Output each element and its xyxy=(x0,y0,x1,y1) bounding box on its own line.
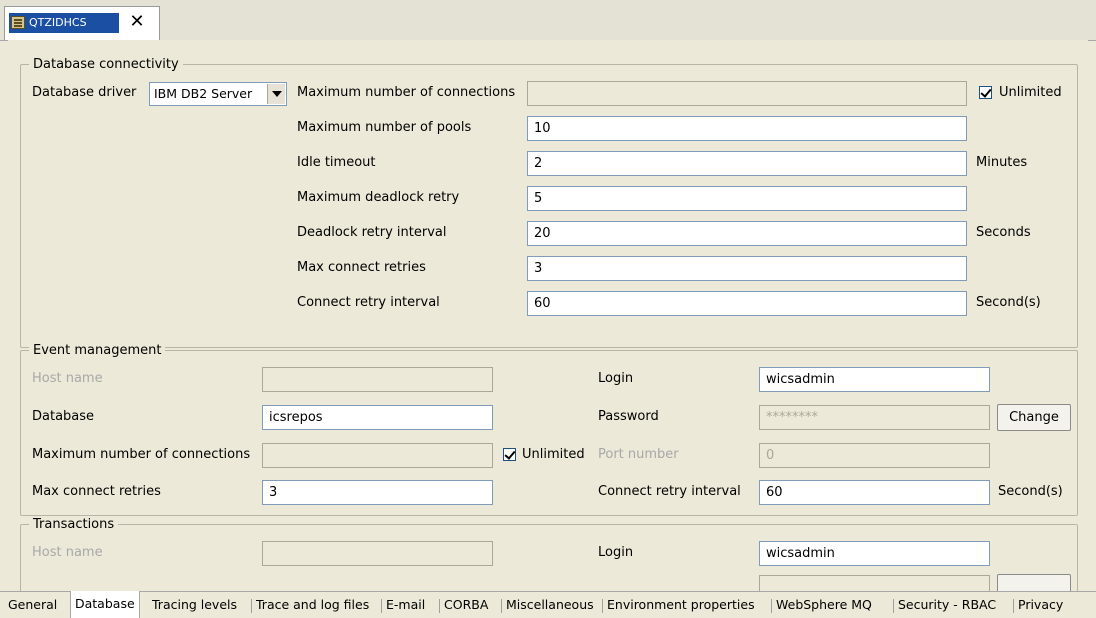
deadlock-interval-label: Deadlock retry interval xyxy=(297,225,447,240)
em-max-connect-retries-field[interactable]: 3 xyxy=(262,480,493,505)
tab-environment-properties[interactable]: Environment properties xyxy=(607,592,755,617)
max-pools-field[interactable]: 10 xyxy=(527,116,967,141)
transactions-legend: Transactions xyxy=(29,516,119,534)
em-password-label: Password xyxy=(598,409,659,424)
database-connectivity-legend: Database connectivity xyxy=(29,56,183,74)
editor-tab-strip: QTZIDHCS ✕ xyxy=(0,0,1096,41)
unlimited-checkbox[interactable] xyxy=(979,86,992,99)
tx-login-label: Login xyxy=(598,545,634,560)
deadlock-retry-label: Maximum deadlock retry xyxy=(297,190,460,205)
em-database-label: Database xyxy=(32,409,95,424)
database-driver-select[interactable]: IBM DB2 Server xyxy=(149,82,287,106)
tab-tracing-levels[interactable]: Tracing levels xyxy=(152,592,237,617)
database-connectivity-group: Database connectivity Database driver IB… xyxy=(20,56,1078,348)
em-connect-retry-interval-label: Connect retry interval xyxy=(598,484,741,499)
tab-privacy[interactable]: Privacy xyxy=(1018,592,1063,617)
max-connect-retries-field[interactable]: 3 xyxy=(527,256,967,281)
idle-timeout-field[interactable]: 2 xyxy=(527,151,967,176)
event-management-group: Event management Host name Database icsr… xyxy=(20,342,1078,516)
unlimited-label: Unlimited xyxy=(999,85,1062,100)
tx-host-label: Host name xyxy=(32,545,103,560)
em-password-field[interactable]: ******** xyxy=(759,405,990,430)
tab-separator xyxy=(893,599,894,613)
max-pools-label: Maximum number of pools xyxy=(297,120,472,135)
editor-tab-title[interactable]: QTZIDHCS xyxy=(9,13,119,33)
database-driver-label: Database driver xyxy=(32,85,137,100)
database-driver-value: IBM DB2 Server xyxy=(154,86,253,101)
max-connections-label: Maximum number of connections xyxy=(297,85,516,100)
connect-retry-interval-unit: Second(s) xyxy=(976,295,1041,310)
tab-separator xyxy=(251,599,252,613)
idle-timeout-unit: Minutes xyxy=(976,155,1028,170)
tab-general[interactable]: General xyxy=(8,592,57,617)
em-connect-retry-interval-field[interactable]: 60 xyxy=(759,480,990,505)
em-database-field[interactable]: icsrepos xyxy=(262,405,493,430)
tab-separator xyxy=(501,599,502,613)
em-host-label: Host name xyxy=(32,371,103,386)
tab-database[interactable]: Database xyxy=(70,591,140,618)
idle-timeout-label: Idle timeout xyxy=(297,155,376,170)
tab-corba[interactable]: CORBA xyxy=(444,592,488,617)
tab-separator xyxy=(771,599,772,613)
editor-tab[interactable]: QTZIDHCS ✕ xyxy=(4,6,160,40)
server-config-icon xyxy=(11,16,25,29)
em-login-field[interactable]: wicsadmin xyxy=(759,367,990,392)
close-icon[interactable]: ✕ xyxy=(127,12,147,32)
tx-password-field[interactable] xyxy=(759,575,990,591)
em-login-label: Login xyxy=(598,371,634,386)
tab-email[interactable]: E-mail xyxy=(386,592,425,617)
tab-security-rbac[interactable]: Security - RBAC xyxy=(898,592,996,617)
connect-retry-interval-field[interactable]: 60 xyxy=(527,291,967,316)
em-max-connections-label: Maximum number of connections xyxy=(32,447,251,462)
database-settings-panel: Database connectivity Database driver IB… xyxy=(8,40,1088,591)
max-connect-retries-label: Max connect retries xyxy=(297,260,426,275)
tab-websphere-mq[interactable]: WebSphere MQ xyxy=(776,592,872,617)
tab-separator xyxy=(1013,599,1014,613)
tab-separator xyxy=(439,599,440,613)
deadlock-interval-field[interactable]: 20 xyxy=(527,221,967,246)
event-management-legend: Event management xyxy=(29,342,166,360)
em-max-connections-field[interactable] xyxy=(262,443,493,468)
em-port-label: Port number xyxy=(598,447,679,462)
em-max-connect-retries-label: Max connect retries xyxy=(32,484,161,499)
change-password-button[interactable]: Change xyxy=(997,404,1071,431)
deadlock-interval-unit: Seconds xyxy=(976,225,1031,240)
em-connect-retry-interval-unit: Second(s) xyxy=(998,484,1063,499)
chevron-down-icon[interactable] xyxy=(267,84,285,104)
page-tabs: General Database Tracing levels Trace an… xyxy=(0,591,1096,618)
em-port-field[interactable]: 0 xyxy=(759,443,990,468)
tab-miscellaneous[interactable]: Miscellaneous xyxy=(506,592,594,617)
tx-login-field[interactable]: wicsadmin xyxy=(759,541,990,566)
tx-change-button[interactable] xyxy=(997,574,1071,591)
max-connections-field[interactable] xyxy=(527,81,967,106)
em-host-field[interactable] xyxy=(262,367,493,392)
em-unlimited-checkbox[interactable] xyxy=(503,448,516,461)
transactions-group: Transactions Host name Login wicsadmin xyxy=(20,516,1078,591)
deadlock-retry-field[interactable]: 5 xyxy=(527,186,967,211)
tx-host-field[interactable] xyxy=(262,541,493,566)
tab-separator xyxy=(602,599,603,613)
em-unlimited-label: Unlimited xyxy=(522,447,585,462)
tab-separator xyxy=(381,599,382,613)
connect-retry-interval-label: Connect retry interval xyxy=(297,295,440,310)
tab-trace-log-files[interactable]: Trace and log files xyxy=(256,592,369,617)
